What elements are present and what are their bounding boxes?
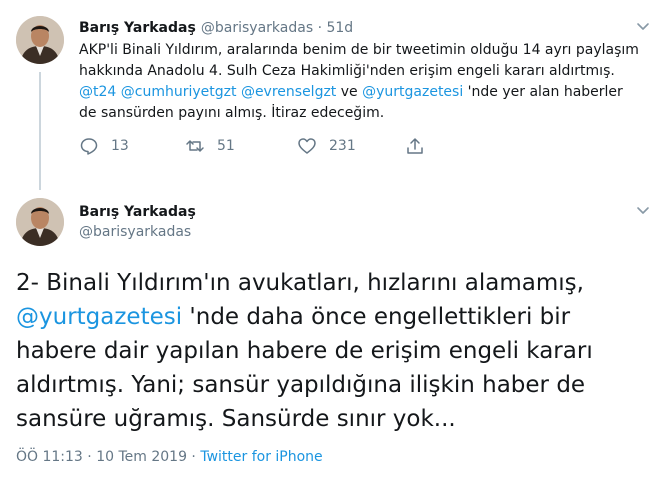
reply-icon <box>80 138 98 155</box>
tweet-age[interactable]: 51d <box>326 20 353 36</box>
author-handle[interactable]: @barisyarkadas <box>79 224 191 240</box>
retweet-button[interactable]: 51 <box>185 136 235 156</box>
like-count: 231 <box>329 138 356 154</box>
like-icon <box>298 138 316 154</box>
meta-separator: · <box>186 449 201 465</box>
reply-button[interactable]: 13 <box>79 136 129 156</box>
mention-link[interactable]: @cumhuriyetgzt <box>121 84 237 100</box>
reply-count: 13 <box>111 138 129 154</box>
avatar[interactable] <box>16 198 64 246</box>
author-name[interactable]: Barış Yarkadaş <box>79 20 196 36</box>
avatar-image <box>16 16 64 64</box>
chevron-down-icon[interactable] <box>636 203 650 217</box>
mention-link[interactable]: @t24 <box>79 84 116 100</box>
thread-connector <box>39 72 41 190</box>
retweet-count: 51 <box>217 138 235 154</box>
text-part: 2- Binali Yıldırım'ın avukatları, hızlar… <box>16 270 584 296</box>
client-link[interactable]: Twitter for iPhone <box>200 449 322 465</box>
author-handle[interactable]: @barisyarkadas <box>201 20 313 36</box>
tweet2-text: 2- Binali Yıldırım'ın avukatları, hızlar… <box>16 266 656 436</box>
share-button[interactable] <box>405 136 437 156</box>
tweet1-text: AKP'li Binali Yıldırım, aralarında benim… <box>79 40 639 124</box>
meta-separator: · <box>82 449 97 465</box>
mention-link[interactable]: @yurtgazetesi <box>362 84 463 100</box>
tweet-date[interactable]: 10 Tem 2019 <box>96 449 187 465</box>
share-icon <box>407 138 423 154</box>
like-button[interactable]: 231 <box>297 136 356 156</box>
mention-link[interactable]: @yurtgazetesi <box>16 304 182 330</box>
tweet-meta: ÖÖ 11:13 · 10 Tem 2019 · Twitter for iPh… <box>16 449 323 465</box>
chevron-down-icon[interactable] <box>636 19 650 33</box>
tweet-time[interactable]: ÖÖ 11:13 <box>16 449 83 465</box>
retweet-icon <box>186 140 204 152</box>
author-name[interactable]: Barış Yarkadaş <box>79 204 196 220</box>
tweet1-header: Barış Yarkadaş @barisyarkadas · 51d <box>79 17 353 36</box>
avatar-image <box>16 198 64 246</box>
header-separator: · <box>313 20 327 36</box>
text-part: ve <box>336 84 363 100</box>
text-part: AKP'li Binali Yıldırım, aralarında benim… <box>79 42 639 79</box>
mention-link[interactable]: @evrenselgzt <box>241 84 336 100</box>
avatar[interactable] <box>16 16 64 64</box>
